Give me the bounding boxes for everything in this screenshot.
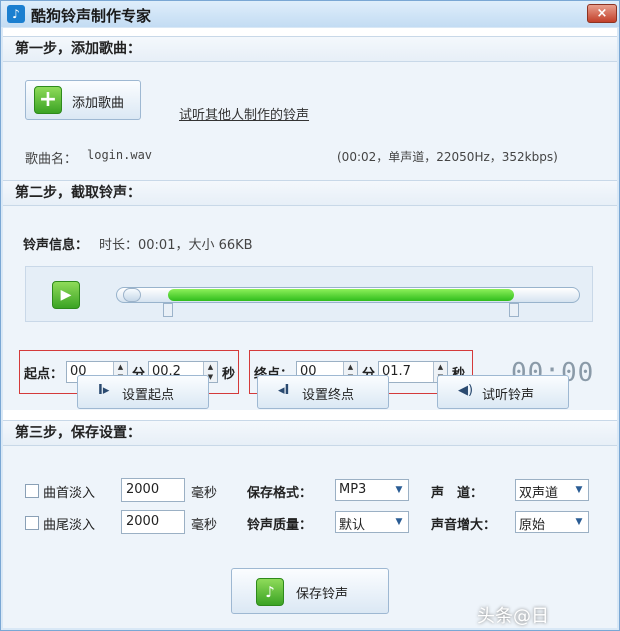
start-label: 起点： (24, 367, 64, 382)
slider-knob[interactable] (123, 288, 141, 302)
fade-in-label: 曲首淡入 (43, 486, 96, 501)
set-start-button[interactable]: I▸ 设置起点 (77, 375, 209, 409)
end-marker-handle[interactable] (509, 303, 520, 317)
plus-icon: + (34, 86, 62, 114)
boost-select[interactable]: 原始 ▼ (515, 511, 589, 533)
main-content: 第一步，添加歌曲： + 添加歌曲 试听其他人制作的铃声 歌曲名： login.w… (3, 28, 617, 628)
fade-out-input[interactable]: 2000 (121, 510, 185, 534)
step2-heading: 第二步，截取铃声： (3, 180, 617, 206)
set-start-icon: I▸ (98, 383, 110, 398)
fade-out-checkbox[interactable] (25, 516, 39, 530)
ms-unit: 毫秒 (191, 518, 218, 533)
chevron-down-icon: ▼ (395, 517, 403, 527)
step1-panel: + 添加歌曲 试听其他人制作的铃声 歌曲名： login.wav (00:02，… (3, 62, 617, 180)
song-name-value: login.wav (87, 148, 153, 162)
add-song-label: 添加歌曲 (72, 96, 125, 111)
format-label: 保存格式： (247, 486, 313, 501)
title-bar: ♪ 酷狗铃声制作专家 × (1, 1, 619, 27)
set-end-icon: ◂I (278, 383, 290, 398)
ringtone-info-value: 时长：00:01，大小 66KB (99, 238, 253, 253)
chevron-down-icon: ▼ (395, 485, 403, 495)
channel-label: 声 道： (431, 486, 484, 501)
quality-select[interactable]: 默认 ▼ (335, 511, 409, 533)
watermark: 头条@日 (477, 606, 549, 627)
quality-label: 铃声质量： (247, 518, 313, 533)
fade-in-input[interactable]: 2000 (121, 478, 185, 502)
app-window: ♪ 酷狗铃声制作专家 × 第一步，添加歌曲： + 添加歌曲 试听其他人制作的铃声… (0, 0, 620, 631)
chevron-down-icon: ▼ (575, 517, 583, 527)
fade-in-checkbox[interactable] (25, 484, 39, 498)
waveform-area: ▶ (25, 266, 593, 322)
speaker-icon: ◀) (458, 383, 474, 398)
boost-label: 声音增大： (431, 518, 497, 533)
selection-range (167, 289, 515, 301)
second-unit: 秒 (222, 367, 236, 382)
selection-slider[interactable] (116, 287, 580, 303)
step1-heading: 第一步，添加歌曲： (3, 36, 617, 62)
preview-button[interactable]: ◀) 试听铃声 (437, 375, 569, 409)
step3-heading: 第三步，保存设置： (3, 420, 617, 446)
window-title: 酷狗铃声制作专家 (31, 7, 152, 25)
save-ringtone-button[interactable]: ♪ 保存铃声 (231, 568, 389, 614)
chevron-down-icon: ▼ (575, 485, 583, 495)
format-select[interactable]: MP3 ▼ (335, 479, 409, 501)
music-note-icon: ♪ (256, 578, 284, 606)
step3-panel: 曲首淡入 2000 毫秒 曲尾淡入 2000 毫秒 保存格式： MP3 ▼ 铃声… (3, 446, 617, 628)
add-song-button[interactable]: + 添加歌曲 (25, 80, 141, 120)
listen-others-link[interactable]: 试听其他人制作的铃声 (179, 104, 309, 123)
song-info: (00:02，单声道，22050Hz，352kbps) (337, 150, 558, 164)
close-button[interactable]: × (587, 4, 617, 23)
ms-unit: 毫秒 (191, 486, 218, 501)
ringtone-info-label: 铃声信息： (23, 238, 89, 253)
fade-out-label: 曲尾淡入 (43, 518, 96, 533)
play-icon[interactable]: ▶ (52, 281, 80, 309)
channel-select[interactable]: 双声道 ▼ (515, 479, 589, 501)
set-end-button[interactable]: ◂I 设置终点 (257, 375, 389, 409)
start-marker-handle[interactable] (162, 303, 173, 317)
app-logo-icon: ♪ (7, 5, 25, 23)
song-name-label: 歌曲名： (25, 152, 78, 167)
